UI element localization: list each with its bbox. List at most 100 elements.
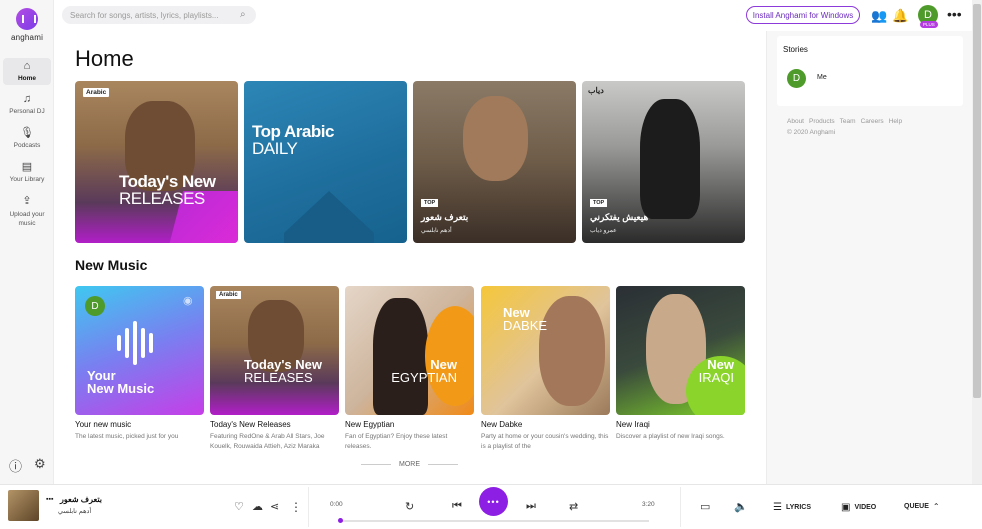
footer-link-about[interactable]: About	[787, 118, 804, 125]
headphones-icon: ♫	[22, 93, 32, 105]
chevron-up-icon: ⌃	[932, 502, 940, 511]
cover-text: Your New Music	[87, 369, 154, 395]
volume-icon[interactable]: 🔈	[734, 500, 748, 513]
card-title[interactable]: Your new music	[75, 420, 204, 429]
card-your-new-music[interactable]: D ◉ Your New Music	[75, 286, 204, 415]
cover-line2: New Music	[87, 381, 155, 396]
card-description: Featuring RedOne & Arab All Stars, Joe K…	[210, 433, 325, 450]
song-title: بتعرف شعور	[421, 212, 469, 222]
card-new-dabke[interactable]: New DABKE	[481, 286, 610, 415]
share-icon[interactable]: ⋖	[270, 500, 279, 513]
time-elapsed: 0:00	[330, 501, 343, 508]
featured-card-todays-new-releases[interactable]: Arabic Today's New RELEASES	[75, 81, 238, 243]
footer-link-careers[interactable]: Careers	[861, 118, 884, 125]
help-icon[interactable]: ⓘ	[9, 456, 22, 475]
top-bar: ⌕ Install Anghami for Windows 👥 🔔 D PLUS…	[54, 0, 972, 31]
artist-photo	[373, 298, 428, 415]
now-playing-artist[interactable]: أدهم نابلسي	[58, 507, 91, 515]
play-button[interactable]: •••	[479, 487, 508, 516]
artist-photo	[463, 96, 528, 181]
video-label: VIDEO	[854, 504, 877, 511]
sidebar-item-label: Personal DJ	[9, 108, 45, 115]
top-tag: TOP	[421, 199, 439, 207]
card-description: Fan of Egyptian? Enjoy these latest rele…	[345, 433, 448, 450]
install-app-button[interactable]: Install Anghami for Windows	[746, 6, 860, 24]
search-input[interactable]	[62, 6, 256, 24]
shuffle-icon[interactable]: ⇄	[569, 500, 578, 513]
notifications-icon[interactable]: 🔔	[892, 8, 908, 24]
download-icon[interactable]: ☁	[252, 500, 263, 513]
artist-name: أدهم نابلسي	[421, 228, 452, 234]
featured-card-haeesh-yeftekerni[interactable]: دياب TOP هيعيش يفتكرني عمرو دياب	[582, 81, 745, 243]
sidebar-item-library[interactable]: ▤ Your Library	[3, 161, 51, 184]
card-todays-new-releases[interactable]: Arabic Today's New RELEASES	[210, 286, 339, 415]
genre-tag: Arabic	[216, 291, 241, 299]
previous-icon[interactable]: ⏮	[452, 500, 462, 513]
scrollbar-thumb[interactable]	[973, 4, 981, 398]
sidebar-item-podcasts[interactable]: 🎙 Podcasts	[3, 128, 51, 150]
featured-card-btaaref-shoor[interactable]: TOP بتعرف شعور أدهم نابلسي	[413, 81, 576, 243]
plus-badge: PLUS	[920, 21, 938, 28]
progress-bar[interactable]	[339, 520, 649, 522]
scrollbar[interactable]	[972, 0, 982, 484]
upload-icon: ⇪	[22, 195, 32, 207]
top-tag: TOP	[590, 199, 608, 207]
now-playing-title[interactable]: بتعرف شعور	[60, 495, 102, 504]
card-new-egyptian[interactable]: New EGYPTIAN	[345, 286, 474, 415]
sidebar-item-label: Home	[17, 75, 37, 82]
artist-name: عمرو دياب	[590, 228, 617, 234]
progress-knob[interactable]	[338, 518, 343, 523]
next-icon[interactable]: ⏭	[526, 500, 536, 513]
card-title[interactable]: New Egyptian	[345, 420, 474, 429]
library-icon: ▤	[21, 161, 33, 173]
repeat-icon[interactable]: ↻	[405, 500, 414, 513]
sidebar-item-upload[interactable]: ⇪ Upload your music	[3, 196, 51, 228]
sidebar-bottom: ⓘ ⚙	[9, 456, 46, 475]
play-circle-icon[interactable]: ◉	[183, 294, 193, 307]
devices-icon[interactable]: ▭	[700, 500, 710, 513]
card-new-iraqi[interactable]: New IRAQI	[616, 286, 745, 415]
now-playing-cover[interactable]	[8, 490, 39, 521]
album-logo: دياب	[588, 86, 604, 95]
featured-card-top-arabic-daily[interactable]: Top Arabic DAILY	[244, 81, 407, 243]
story-avatar[interactable]: D	[787, 69, 806, 88]
card-title[interactable]: Today's New Releases	[210, 420, 339, 429]
genre-tag: Arabic	[83, 88, 110, 97]
more-button[interactable]: MORE	[399, 461, 420, 468]
anghami-logo[interactable]: anghami	[0, 8, 54, 42]
cover-text: Today's New RELEASES	[244, 358, 322, 384]
more-options-icon[interactable]: •••	[947, 6, 962, 22]
queue-label: QUEUE	[904, 503, 929, 510]
cover-line2: EGYPTIAN	[391, 370, 457, 385]
footer-link-products[interactable]: Products	[809, 118, 835, 125]
sidebar-item-home[interactable]: ⌂ Home	[3, 58, 51, 85]
more-row: MORE	[361, 461, 458, 468]
video-button[interactable]: ▣ VIDEO	[841, 502, 876, 513]
cover-line2: DABKE	[503, 318, 548, 333]
search-icon[interactable]: ⌕	[240, 9, 246, 20]
lyrics-label: LYRICS	[785, 504, 811, 511]
more-vertical-icon[interactable]: ⋮	[290, 500, 302, 514]
lyrics-button[interactable]: ☰ LYRICS	[773, 502, 811, 513]
footer-link-team[interactable]: Team	[840, 118, 856, 125]
card-description: Party at home or your cousin's wedding, …	[481, 433, 609, 450]
queue-button[interactable]: QUEUE ⌃	[904, 502, 940, 511]
anghami-logo-icon	[16, 8, 38, 30]
player-bar: ▪▪▪ بتعرف شعور أدهم نابلسي ♡ ☁ ⋖ ⋮ 0:00 …	[0, 484, 982, 529]
stories-card: Stories D Me	[777, 36, 963, 106]
story-user-name[interactable]: Me	[817, 74, 827, 81]
featured-headline: Top Arabic DAILY	[252, 123, 334, 157]
friends-icon[interactable]: 👥	[871, 8, 887, 24]
footer-link-help[interactable]: Help	[889, 118, 902, 125]
video-icon: ▣	[841, 502, 851, 513]
sidebar-item-label: Your Library	[9, 176, 45, 183]
gear-icon[interactable]: ⚙	[34, 456, 46, 475]
heart-icon[interactable]: ♡	[234, 500, 244, 513]
anghami-app: anghami ⌂ Home ♫ Personal DJ 🎙 Podcasts …	[0, 0, 982, 529]
card-title[interactable]: New Iraqi	[616, 420, 745, 429]
card-description: Discover a playlist of new Iraqi songs.	[616, 433, 725, 440]
sidebar-item-personal-dj[interactable]: ♫ Personal DJ	[3, 93, 51, 116]
footer-links: About Products Team Careers Help	[787, 118, 902, 125]
sidebar: anghami ⌂ Home ♫ Personal DJ 🎙 Podcasts …	[0, 0, 54, 484]
card-title[interactable]: New Dabke	[481, 420, 610, 429]
